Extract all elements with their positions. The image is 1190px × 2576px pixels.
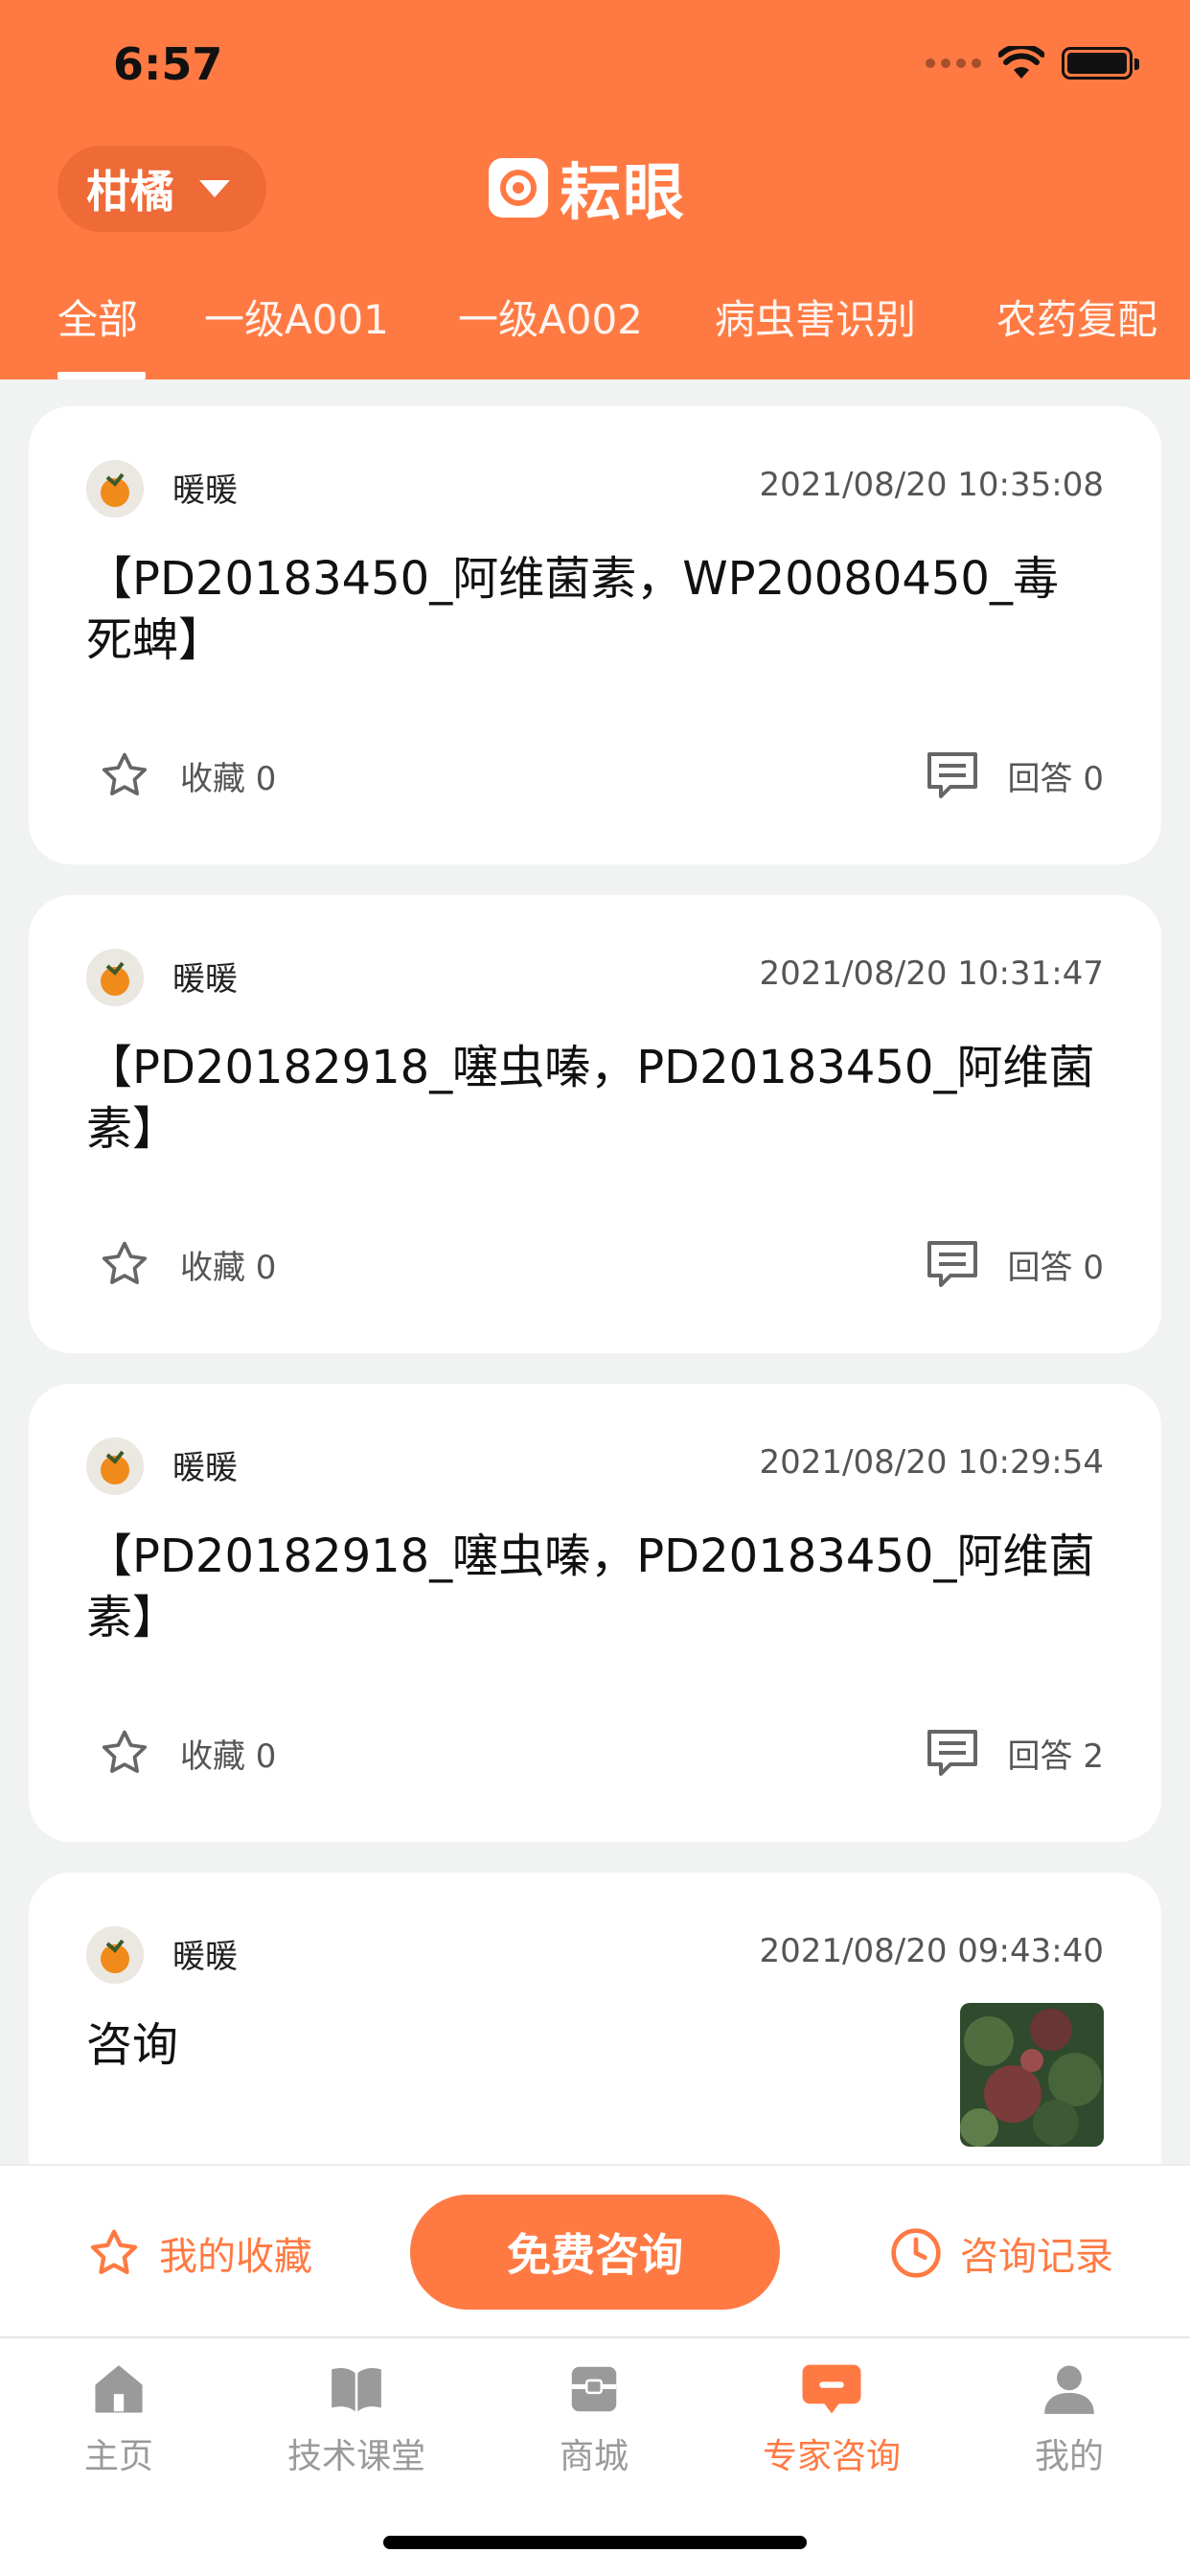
my-favorites-button[interactable]: 我的收藏: [86, 2220, 312, 2287]
avatar: [86, 460, 144, 518]
reply-count: 回答 2: [1007, 1736, 1104, 1776]
nav-label: 专家咨询: [762, 2437, 901, 2476]
reply-count: 回答 0: [1007, 759, 1104, 798]
eye-logo-icon: [489, 158, 548, 218]
active-tab-indicator: [57, 372, 146, 380]
reply-button[interactable]: 回答 0: [926, 1235, 1104, 1293]
tab-pest-identification[interactable]: 病虫害识别: [715, 288, 916, 346]
free-consult-button[interactable]: 免费咨询: [410, 2195, 780, 2310]
favorite-button[interactable]: 收藏 0: [98, 747, 276, 804]
nav-item-mall[interactable]: 商城: [498, 2359, 690, 2494]
post-title[interactable]: 【PD20182918_噻虫嗪，PD20183450_阿维菌素】: [86, 1037, 1104, 1160]
app-header: 6:57 柑橘 耘眼 全部 一级A001 一级A002 病虫害识别 农药复配: [0, 0, 1190, 380]
star-icon: [102, 752, 148, 795]
store-icon: [571, 2366, 617, 2412]
nav-item-profile[interactable]: 我的: [973, 2359, 1165, 2494]
tab-level-a002[interactable]: 一级A002: [458, 288, 643, 346]
reply-button[interactable]: 回答 2: [926, 1724, 1104, 1782]
nav-item-tech-class[interactable]: 技术课堂: [261, 2359, 452, 2494]
favorite-count: 收藏 0: [180, 759, 277, 798]
post-card[interactable]: 暖暖 2021/08/20 10:35:08 【PD20183450_阿维菌素，…: [29, 406, 1161, 864]
favorite-count: 收藏 0: [180, 1248, 277, 1287]
tab-pesticide-mix[interactable]: 农药复配: [996, 288, 1157, 346]
star-icon: [90, 2229, 138, 2274]
post-title[interactable]: 咨询: [86, 2014, 949, 2076]
crop-selector[interactable]: 柑橘: [57, 146, 266, 232]
post-title[interactable]: 【PD20183450_阿维菌素，WP20080450_毒死蜱】: [86, 548, 1104, 671]
home-indicator[interactable]: [383, 2536, 807, 2549]
nav-label: 主页: [83, 2437, 153, 2476]
home-icon: [95, 2365, 143, 2413]
author-name: 暖暖: [172, 960, 238, 999]
comment-icon: [927, 752, 977, 798]
author-name: 暖暖: [172, 472, 238, 510]
battery-icon: [1062, 47, 1139, 80]
app-logo: 耘眼: [489, 153, 686, 229]
author-name: 暖暖: [172, 1938, 238, 1976]
author-name: 暖暖: [172, 1449, 238, 1487]
avatar: [86, 1438, 144, 1495]
my-favorites-label: 我的收藏: [159, 2235, 312, 2279]
clock-icon: [891, 2228, 941, 2278]
category-tabs: 全部 一级A001 一级A002 病虫害识别 农药复配: [0, 278, 1190, 380]
post-thumbnail[interactable]: [960, 2003, 1104, 2147]
nav-label: 商城: [559, 2437, 629, 2476]
star-icon: [102, 1730, 148, 1773]
post-date: 2021/08/20 10:31:47: [759, 954, 1104, 993]
tab-level-a001[interactable]: 一级A001: [204, 288, 389, 346]
nav-label: 我的: [1034, 2437, 1104, 2476]
chat-bubble-icon: [802, 2364, 861, 2414]
user-icon: [1044, 2365, 1094, 2414]
reply-count: 回答 0: [1007, 1248, 1104, 1287]
wifi-icon: [998, 46, 1044, 79]
caret-down-icon: [199, 180, 230, 197]
post-title[interactable]: 【PD20182918_噻虫嗪，PD20183450_阿维菌素】: [86, 1526, 1104, 1648]
favorite-button[interactable]: 收藏 0: [98, 1724, 276, 1782]
post-date: 2021/08/20 09:43:40: [759, 1932, 1104, 1970]
nav-item-expert-consult[interactable]: 专家咨询: [736, 2359, 927, 2494]
crop-label: 柑橘: [86, 166, 174, 218]
favorite-button[interactable]: 收藏 0: [98, 1235, 276, 1293]
nav-item-home[interactable]: 主页: [23, 2359, 215, 2494]
comment-icon: [927, 1241, 977, 1287]
post-date: 2021/08/20 10:29:54: [759, 1443, 1104, 1482]
nav-label: 技术课堂: [286, 2437, 425, 2476]
consult-history-label: 咨询记录: [960, 2235, 1113, 2279]
avatar: [86, 1926, 144, 1984]
favorite-count: 收藏 0: [180, 1736, 277, 1776]
post-date: 2021/08/20 10:35:08: [759, 466, 1104, 504]
reply-button[interactable]: 回答 0: [926, 747, 1104, 804]
post-card[interactable]: 暖暖 2021/08/20 10:31:47 【PD20182918_噻虫嗪，P…: [29, 895, 1161, 1353]
post-card[interactable]: 暖暖 2021/08/20 09:43:40 咨询: [29, 1873, 1161, 2198]
star-icon: [102, 1241, 148, 1284]
status-icons: [926, 44, 1139, 82]
post-card[interactable]: 暖暖 2021/08/20 10:29:54 【PD20182918_噻虫嗪，P…: [29, 1384, 1161, 1842]
status-time: 6:57: [113, 38, 223, 90]
consult-action-bar: 我的收藏 免费咨询 咨询记录: [0, 2164, 1190, 2336]
logo-text: 耘眼: [560, 158, 686, 229]
consult-history-button[interactable]: 咨询记录: [889, 2220, 1113, 2287]
tab-all[interactable]: 全部: [57, 288, 138, 346]
avatar: [86, 949, 144, 1006]
signal-icon: [926, 58, 981, 68]
book-icon: [332, 2368, 381, 2412]
comment-icon: [927, 1730, 977, 1776]
